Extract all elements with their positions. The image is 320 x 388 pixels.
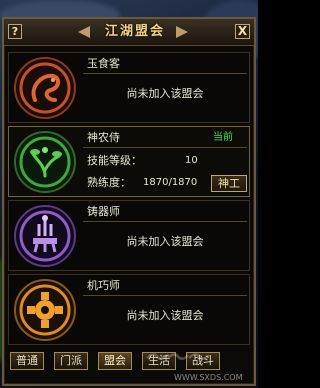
skill-level-label: 技能等级： — [87, 154, 142, 167]
guild-row-yushike[interactable]: 玉食客 尚未加入该盟会 — [8, 52, 250, 123]
divider — [83, 221, 247, 222]
shengong-button[interactable]: 神工 — [211, 175, 247, 192]
guild-row-zhuqishi[interactable]: 铸器师 尚未加入该盟会 — [8, 200, 250, 271]
site-watermark: 〜〜〜 WWW.SXDS.COM — [134, 340, 256, 384]
guild-status: 尚未加入该盟会 — [126, 87, 204, 100]
close-button[interactable]: X — [235, 24, 250, 39]
guild-name: 玉食客 — [87, 57, 120, 70]
window-title: 江湖盟会 — [104, 24, 165, 39]
title-ornament-icon — [78, 26, 90, 38]
proficiency-label: 熟练度： — [87, 176, 131, 189]
proficiency-value: 1870/1870 — [143, 177, 198, 188]
guild-row-shennongshi[interactable]: 神农侍 当前 技能等级： 10 熟练度： 1870/1870 神工 — [8, 126, 250, 197]
guild-name: 神农侍 — [87, 131, 120, 144]
window-titlebar[interactable]: ? 江湖盟会 X — [4, 19, 254, 46]
guild-row-jiqiaoshi[interactable]: 机巧师 尚未加入该盟会 — [8, 274, 250, 345]
divider — [83, 73, 247, 74]
help-button[interactable]: ? — [8, 24, 22, 39]
tab-sect[interactable]: 门派 — [54, 352, 88, 370]
divider — [83, 147, 247, 148]
guild-status: 尚未加入该盟会 — [126, 235, 204, 248]
watermark-url: WWW.SXDS.COM — [174, 373, 243, 382]
watermark-logo: 〜〜〜 — [144, 346, 208, 371]
skill-level-value: 10 — [185, 155, 198, 166]
title-ornament-icon — [176, 26, 188, 38]
current-guild-badge: 当前 — [213, 132, 233, 143]
guild-name: 铸器师 — [87, 205, 120, 218]
guild-window: ? 江湖盟会 X 玉食客 尚未加入该盟会 神农侍 当前 技能等级： 10 熟练度… — [2, 17, 256, 386]
tab-guild[interactable]: 盟会 — [98, 352, 132, 370]
fish-dragon-emblem-icon — [14, 57, 76, 119]
divider — [83, 295, 247, 296]
guild-name: 机巧师 — [87, 279, 120, 292]
tab-general[interactable]: 普通 — [10, 352, 44, 370]
guild-status: 尚未加入该盟会 — [126, 309, 204, 322]
herb-emblem-icon — [14, 131, 76, 193]
gear-emblem-icon — [14, 279, 76, 341]
anvil-emblem-icon — [14, 205, 76, 267]
